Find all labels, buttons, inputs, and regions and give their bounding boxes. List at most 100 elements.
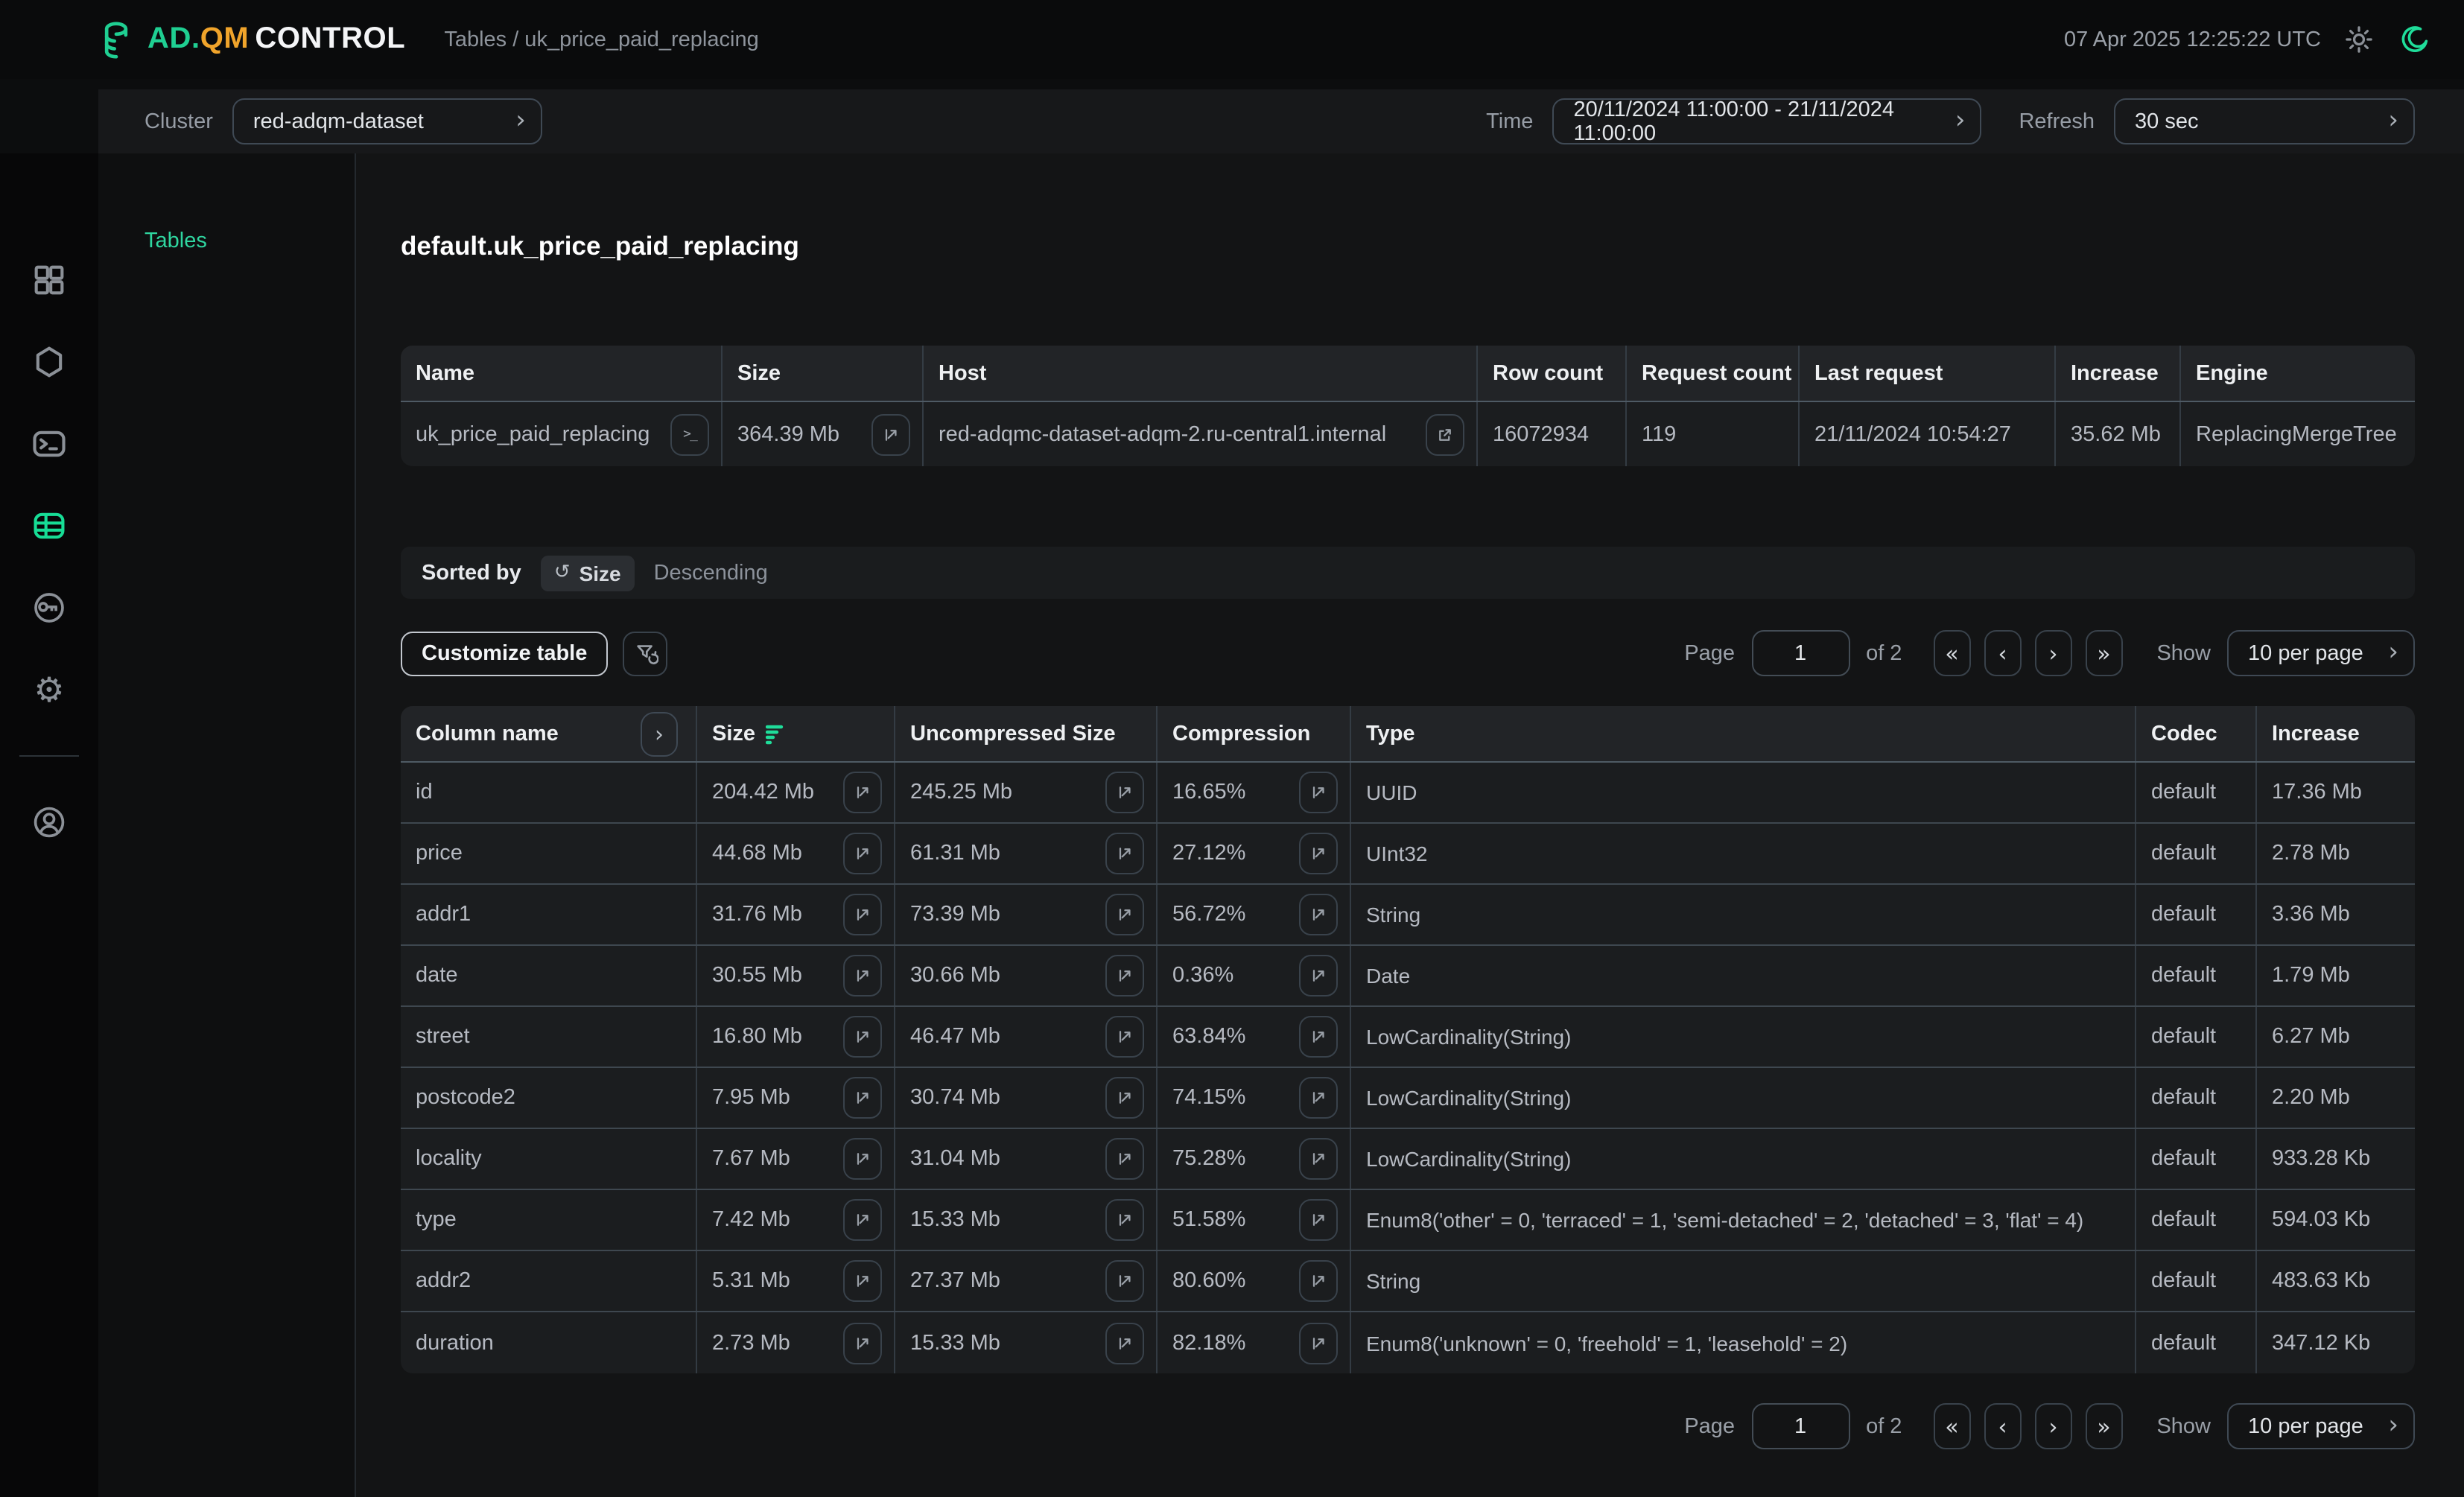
per-page-select[interactable]: 10 per page › [2227,630,2415,676]
sorted-by-bar: Sorted by ↺ Size Descending [401,547,2415,599]
open-chart-button[interactable] [1299,894,1338,935]
summary-table-header: Name Size Host Row count Request count L… [401,346,2415,402]
light-theme-button[interactable] [2342,22,2376,57]
page-label: Page [1684,1414,1735,1438]
first-page-button[interactable]: « [1933,1403,1970,1449]
first-page-button[interactable]: « [1933,630,1970,676]
open-chart-button[interactable] [843,772,882,813]
sidebar-item-query-console[interactable] [30,425,69,463]
open-chart-button[interactable] [1105,1260,1144,1302]
open-chart-button[interactable] [1105,1138,1144,1180]
open-chart-button[interactable] [871,413,910,455]
open-chart-button[interactable] [1105,833,1144,874]
open-chart-button[interactable] [843,894,882,935]
cell-uncompressed-size: 245.25 Mb [895,763,1158,822]
chevron-right-icon: › [1955,109,1966,134]
hexagon-icon [30,343,69,381]
sidebar-item-dashboard[interactable] [30,261,69,299]
open-chart-button[interactable] [843,1077,882,1119]
open-chart-button[interactable] [1105,955,1144,997]
expand-column-button[interactable]: › [641,711,678,756]
page-total-label: of 2 [1866,641,1902,665]
open-chart-button[interactable] [843,955,882,997]
previous-page-button[interactable]: ‹ [1984,630,2021,676]
open-chart-button[interactable] [1105,1322,1144,1364]
open-chart-button[interactable] [1105,1077,1144,1119]
refresh-select[interactable]: 30 sec › [2114,98,2415,144]
cell-type: LowCardinality(String) [1351,1007,2136,1067]
next-page-button[interactable]: › [2034,630,2071,676]
open-chart-button[interactable] [1105,894,1144,935]
cell-increase: 35.62 Mb [2056,402,2181,466]
sidebar-link-tables[interactable]: Tables [145,229,207,253]
open-chart-button[interactable] [1299,1322,1338,1364]
per-page-select[interactable]: 10 per page › [2227,1403,2415,1449]
sidebar-item-account[interactable] [30,803,69,842]
customize-table-button[interactable]: Customize table [401,631,608,676]
open-chart-button[interactable] [1299,1077,1338,1119]
columns-table-body: id 204.42 Mb 245.25 Mb 16.65% [401,763,2415,1373]
sort-field-chip[interactable]: ↺ Size [541,555,635,591]
last-page-button[interactable]: » [2085,630,2122,676]
cell-engine: ReplacingMergeTree [2181,402,2415,466]
open-chart-button[interactable] [1299,955,1338,997]
open-host-button[interactable] [1426,413,1464,455]
page-number-input[interactable] [1751,1403,1849,1449]
sidebar-item-cluster[interactable] [30,343,69,381]
chevron-right-icon: › [2388,109,2398,134]
cell-codec: default [2136,1129,2257,1189]
page-label: Page [1684,641,1735,665]
open-chart-button[interactable] [1299,1199,1338,1241]
open-chart-button[interactable] [843,1322,882,1364]
sidebar-item-settings[interactable]: ⚙ [30,670,69,709]
dark-theme-button[interactable] [2397,22,2431,57]
cell-type: Enum8('unknown' = 0, 'freehold' = 1, 'le… [1351,1312,2136,1373]
breadcrumb[interactable]: Tables / uk_price_paid_replacing [444,28,758,51]
open-chart-button[interactable] [1299,1260,1338,1302]
open-chart-button[interactable] [843,1138,882,1180]
columns-table: Column name › Size Uncompressed Size [401,706,2415,1373]
sidebar-item-access-keys[interactable] [30,588,69,627]
app-logo[interactable]: AD.QMCONTROL [95,19,405,60]
header-name: Name [401,346,723,401]
open-console-button[interactable]: >_ [670,413,709,455]
open-chart-button[interactable] [843,833,882,874]
cell-size: 16.80 Mb [697,1007,895,1067]
cell-column-name: type [401,1190,697,1250]
sidebar-item-tables[interactable] [30,506,69,545]
open-chart-button[interactable] [843,1260,882,1302]
time-label: Time [1486,109,1533,133]
cell-size: 7.95 Mb [697,1068,895,1128]
cell-column-name: locality [401,1129,697,1189]
table-row: duration 2.73 Mb 15.33 Mb 82.18% [401,1312,2415,1373]
reset-filters-button[interactable] [623,631,667,676]
next-page-button[interactable]: › [2034,1403,2071,1449]
open-chart-button[interactable] [1299,772,1338,813]
open-chart-button[interactable] [1105,772,1144,813]
last-page-button[interactable]: » [2085,1403,2122,1449]
sort-direction[interactable]: Descending [654,561,768,585]
header-type: Type [1351,706,2136,761]
sort-descending-icon[interactable] [766,723,784,744]
cell-codec: default [2136,885,2257,944]
cell-table-name: uk_price_paid_replacing >_ [401,402,723,466]
cell-type: UUID [1351,763,2136,822]
top-bar: AD.QMCONTROL Tables / uk_price_paid_repl… [0,0,2464,79]
cell-column-name: postcode2 [401,1068,697,1128]
header-col-increase: Increase [2257,706,2415,761]
open-chart-button[interactable] [843,1199,882,1241]
open-chart-button[interactable] [843,1016,882,1058]
cell-codec: default [2136,1251,2257,1311]
open-chart-button[interactable] [1105,1016,1144,1058]
table-size-value: 364.39 Mb [737,422,839,446]
open-chart-button[interactable] [1299,833,1338,874]
cell-codec: default [2136,946,2257,1005]
open-chart-button[interactable] [1299,1016,1338,1058]
cell-compression: 16.65% [1158,763,1351,822]
previous-page-button[interactable]: ‹ [1984,1403,2021,1449]
cluster-select[interactable]: red-adqm-dataset › [232,98,542,144]
open-chart-button[interactable] [1299,1138,1338,1180]
page-number-input[interactable] [1751,630,1849,676]
open-chart-button[interactable] [1105,1199,1144,1241]
time-range-select[interactable]: 20/11/2024 11:00:00 - 21/11/2024 11:00:0… [1552,98,1981,144]
